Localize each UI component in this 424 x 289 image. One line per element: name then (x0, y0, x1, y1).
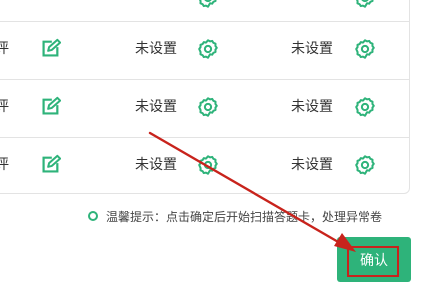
setting-status: 未设置 (135, 99, 177, 115)
row-divider (0, 21, 409, 22)
gear-icon[interactable] (354, 96, 376, 118)
score-settings-table: 评 未设置 未设置 评 未设置 未设置 评 未设置 未设置 (0, 0, 410, 194)
edit-icon[interactable] (39, 38, 61, 60)
confirm-label: 确认 (360, 252, 388, 269)
gear-icon[interactable] (354, 38, 376, 60)
confirm-button[interactable]: 确认 (337, 237, 411, 282)
setting-status: 未设置 (291, 41, 333, 57)
edit-icon[interactable] (39, 154, 61, 176)
tip-row: 温馨提示：点击确定后开始扫描答题卡，处理异常卷 (88, 208, 382, 224)
setting-status: 未设置 (291, 99, 333, 115)
gear-icon[interactable] (354, 0, 376, 9)
setting-status: 未设置 (135, 157, 177, 173)
setting-status: 未设置 (135, 41, 177, 57)
gear-icon[interactable] (197, 96, 219, 118)
gear-icon[interactable] (197, 154, 219, 176)
gear-icon[interactable] (354, 154, 376, 176)
row-label: 评 (0, 99, 9, 115)
row-label: 评 (0, 41, 9, 57)
circle-icon (88, 211, 98, 221)
gear-icon[interactable] (197, 38, 219, 60)
tip-text: 温馨提示：点击确定后开始扫描答题卡，处理异常卷 (106, 209, 383, 224)
row-divider (0, 79, 409, 80)
row-divider (0, 137, 409, 138)
setting-status: 未设置 (291, 157, 333, 173)
gear-icon[interactable] (197, 0, 219, 9)
row-label: 评 (0, 157, 9, 173)
edit-icon[interactable] (39, 96, 61, 118)
